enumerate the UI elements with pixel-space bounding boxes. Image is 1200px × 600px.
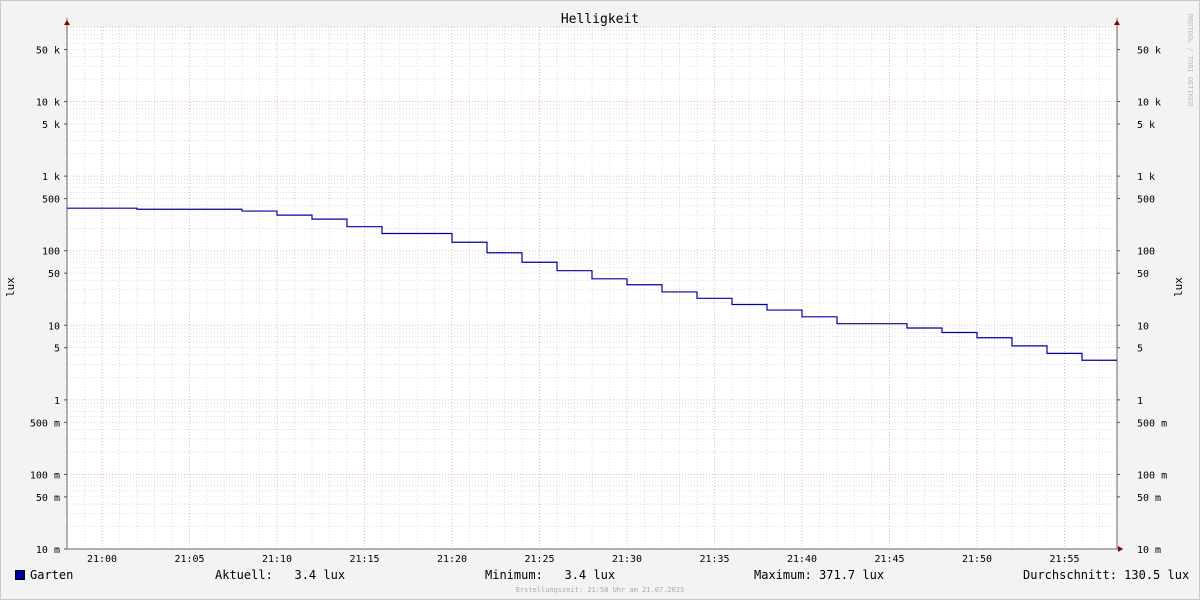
legend-minimum: Minimum: 3.4 lux <box>485 568 616 582</box>
y-tick-label-right: 100 m <box>1137 470 1167 481</box>
legend-average: Durchschnitt: 130.5 lux <box>1023 568 1190 582</box>
legend-maximum: Maximum: 371.7 lux <box>754 568 885 582</box>
y-tick-label-left: 500 m <box>30 418 60 429</box>
y-axis-arrow-left <box>64 20 70 25</box>
y-tick-label-right: 100 <box>1137 247 1155 258</box>
x-tick-label: 21:35 <box>699 554 729 565</box>
y-tick-label-right: 10 <box>1137 321 1149 332</box>
y-axis-label-left: lux <box>4 277 17 297</box>
y-tick-label-left: 1 k <box>42 172 60 183</box>
y-tick-label-left: 10 m <box>36 545 60 556</box>
x-tick-label: 21:10 <box>262 554 292 565</box>
y-tick-label-right: 1 k <box>1137 172 1155 183</box>
x-tick-label: 21:05 <box>174 554 204 565</box>
y-tick-label-left: 50 <box>48 269 60 280</box>
watermark: RRDTOOL / TOBI OETIKER <box>1186 14 1194 108</box>
legend-swatch-garten <box>15 570 25 580</box>
y-tick-label-left: 50 k <box>36 45 60 56</box>
x-tick-label: 21:55 <box>1049 554 1079 565</box>
y-tick-label-right: 500 <box>1137 195 1155 206</box>
x-tick-label: 21:20 <box>437 554 467 565</box>
x-tick-label: 21:50 <box>962 554 992 565</box>
y-tick-label-left: 5 <box>54 344 60 355</box>
y-tick-label-right: 1 <box>1137 396 1143 407</box>
y-tick-label-left: 500 <box>42 195 60 206</box>
footer-timestamp: Erstellungszeit: 21:58 Uhr am 21.07.2025 <box>516 586 685 594</box>
y-tick-label-right: 5 k <box>1137 120 1155 131</box>
y-tick-label-right: 500 m <box>1137 418 1167 429</box>
x-tick-label: 21:40 <box>787 554 817 565</box>
y-tick-label-right: 10 m <box>1137 545 1161 556</box>
y-tick-label-left: 100 <box>42 247 60 258</box>
y-tick-label-right: 50 k <box>1137 45 1161 56</box>
y-tick-label-left: 50 m <box>36 493 60 504</box>
y-tick-label-right: 10 k <box>1137 98 1161 109</box>
x-tick-label: 21:00 <box>87 554 117 565</box>
x-tick-label: 21:15 <box>349 554 379 565</box>
y-tick-label-right: 50 m <box>1137 493 1161 504</box>
legend-series-name: Garten <box>30 568 74 582</box>
y-tick-label-right: 5 <box>1137 344 1143 355</box>
x-tick-label: 21:30 <box>612 554 642 565</box>
y-tick-label-left: 5 k <box>42 120 60 131</box>
x-tick-label: 21:45 <box>874 554 904 565</box>
y-axis-label-right: lux <box>1172 277 1185 297</box>
x-tick-label: 21:25 <box>524 554 554 565</box>
legend-current: Aktuell: 3.4 lux <box>215 568 346 582</box>
x-axis-arrow <box>1118 546 1123 552</box>
y-tick-label-left: 100 m <box>30 470 60 481</box>
chart: 21:00 21:05 21:10 21:15 21:20 21:25 21:30 21:35… <box>4 12 1194 594</box>
y-tick-label-right: 50 <box>1137 269 1149 280</box>
y-tick-label-left: 10 k <box>36 98 60 109</box>
chart-title: Helligkeit <box>561 12 639 27</box>
y-tick-label-left: 1 <box>54 396 60 407</box>
y-axis-arrow-right <box>1114 20 1120 25</box>
y-tick-label-left: 10 <box>48 321 60 332</box>
